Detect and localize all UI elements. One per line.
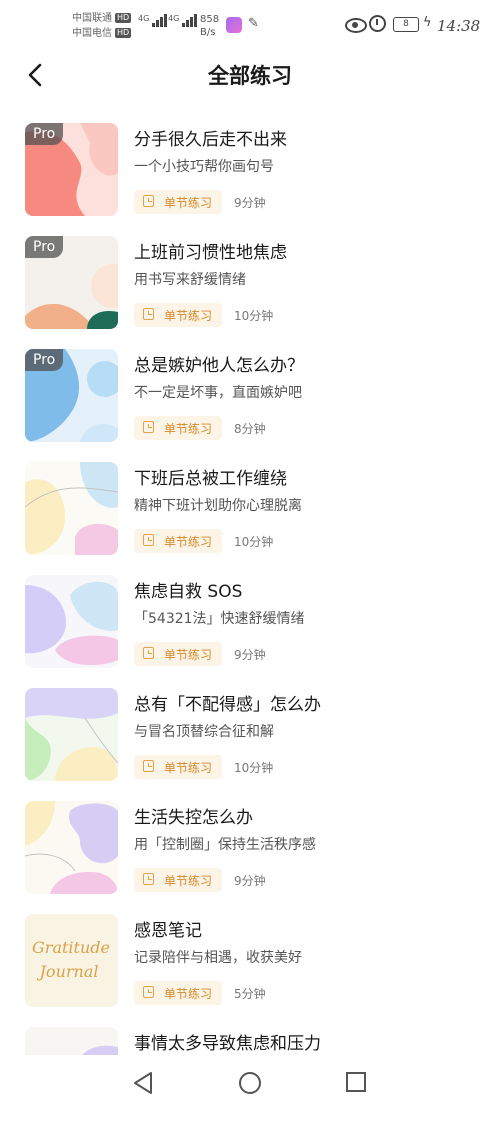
duration: 8分钟 — [234, 422, 266, 436]
network-type: 4G — [168, 14, 180, 23]
pen-icon: ✎ — [248, 16, 259, 31]
item-description: 「54321法」快速舒缓情绪 — [134, 611, 305, 627]
carrier-2: 中国电信 — [72, 28, 112, 39]
type-tag: 单节练习 — [134, 981, 222, 1005]
item-description: 精神下班计划助你心理脱离 — [134, 498, 302, 514]
duration: 10分钟 — [234, 761, 274, 775]
hd-badge: HD — [115, 13, 132, 23]
item-description: 用「控制圈」保持生活秩序感 — [134, 837, 316, 853]
alarm-icon — [369, 15, 386, 32]
thumbnail — [25, 801, 118, 894]
thumb-text: Journal — [37, 962, 99, 981]
lesson-icon — [143, 760, 154, 772]
nav-back-icon[interactable] — [132, 1071, 154, 1095]
item-description: 与冒名顶替综合征和解 — [134, 724, 274, 740]
list-item[interactable]: 总有「不配得感」怎么办 与冒名顶替综合征和解 单节练习 10分钟 — [0, 675, 500, 788]
duration: 5分钟 — [234, 987, 266, 1001]
thumbnail: Pro — [25, 123, 118, 216]
thumbnail — [25, 462, 118, 555]
thumbnail: Gratitude Journal — [25, 914, 118, 1007]
item-title: 分手很久后走不出来 — [134, 130, 287, 150]
pro-badge: Pro — [25, 349, 64, 371]
thumbnail: Pro — [25, 236, 118, 329]
item-title: 感恩笔记 — [134, 921, 202, 941]
nav-recents-icon[interactable] — [345, 1071, 367, 1093]
item-title: 上班前习惯性地焦虑 — [134, 243, 287, 263]
lesson-icon — [143, 421, 154, 433]
item-description: 用书写来舒缓情绪 — [134, 272, 246, 288]
type-tag: 单节练习 — [134, 755, 222, 779]
list-item[interactable]: Pro 分手很久后走不出来 一个小技巧帮你画句号 单节练习 9分钟 — [0, 110, 500, 223]
type-tag: 单节练习 — [134, 868, 222, 892]
duration: 9分钟 — [234, 196, 266, 210]
battery-icon: 8 — [393, 17, 419, 32]
type-tag: 单节练习 — [134, 529, 222, 553]
duration: 10分钟 — [234, 309, 274, 323]
page-title: 全部练习 — [208, 64, 292, 88]
thumb-text: Gratitude — [32, 938, 110, 957]
network-speed: 858 B/s — [200, 14, 220, 38]
thumbnail — [25, 688, 118, 781]
item-description: 一个小技巧帮你画句号 — [134, 159, 274, 175]
lesson-icon — [143, 534, 154, 546]
nav-home-icon[interactable] — [238, 1071, 262, 1095]
type-tag: 单节练习 — [134, 303, 222, 327]
duration: 10分钟 — [234, 535, 274, 549]
list-item[interactable]: 生活失控怎么办 用「控制圈」保持生活秩序感 单节练习 9分钟 — [0, 788, 500, 901]
item-title: 焦虑自救 SOS — [134, 582, 243, 602]
carrier-1: 中国联通 — [72, 13, 112, 24]
lesson-icon — [143, 986, 154, 998]
item-description: 不一定是坏事，直面嫉妒吧 — [134, 385, 302, 401]
signal-icon: 4G — [168, 14, 198, 27]
item-title: 下班后总被工作缠绕 — [134, 469, 287, 489]
signal-icon: 4G — [138, 14, 168, 27]
thumbnail: Pro — [25, 349, 118, 442]
eye-comfort-icon — [345, 18, 367, 33]
status-bar: 中国联通 HD 中国电信 HD 4G 4G 858 B/s ✎ 8 ϟ 14:38 — [0, 0, 500, 50]
lesson-icon — [143, 647, 154, 659]
network-type: 4G — [138, 14, 150, 23]
lesson-icon — [143, 873, 154, 885]
type-tag: 单节练习 — [134, 190, 222, 214]
item-title: 总是嫉妒他人怎么办？ — [134, 356, 304, 376]
item-title: 事情太多导致焦虑和压力 — [134, 1034, 321, 1054]
list-item[interactable]: Pro 总是嫉妒他人怎么办？ 不一定是坏事，直面嫉妒吧 单节练习 8分钟 — [0, 336, 500, 449]
carrier-info: 中国联通 HD 中国电信 HD — [72, 11, 132, 41]
duration: 9分钟 — [234, 874, 266, 888]
type-tag: 单节练习 — [134, 642, 222, 666]
list-item[interactable]: 下班后总被工作缠绕 精神下班计划助你心理脱离 单节练习 10分钟 — [0, 449, 500, 562]
type-tag: 单节练习 — [134, 416, 222, 440]
hd-badge: HD — [115, 28, 132, 38]
app-notification-icon — [226, 17, 242, 33]
thumbnail — [25, 575, 118, 668]
clock: 14:38 — [437, 17, 481, 35]
charging-icon: ϟ — [423, 15, 432, 30]
pro-badge: Pro — [25, 123, 64, 145]
list-item[interactable]: Pro 上班前习惯性地焦虑 用书写来舒缓情绪 单节练习 10分钟 — [0, 223, 500, 336]
list-item[interactable]: 焦虑自救 SOS 「54321法」快速舒缓情绪 单节练习 9分钟 — [0, 562, 500, 675]
item-description: 记录陪伴与相遇，收获美好 — [134, 950, 302, 966]
system-nav-bar — [0, 1055, 500, 1097]
lesson-icon — [143, 195, 154, 207]
duration: 9分钟 — [234, 648, 266, 662]
lesson-icon — [143, 308, 154, 320]
pro-badge: Pro — [25, 236, 64, 258]
item-title: 生活失控怎么办 — [134, 808, 253, 828]
list-item[interactable]: Gratitude Journal 感恩笔记 记录陪伴与相遇，收获美好 单节练习… — [0, 901, 500, 1014]
item-title: 总有「不配得感」怎么办 — [134, 695, 321, 715]
